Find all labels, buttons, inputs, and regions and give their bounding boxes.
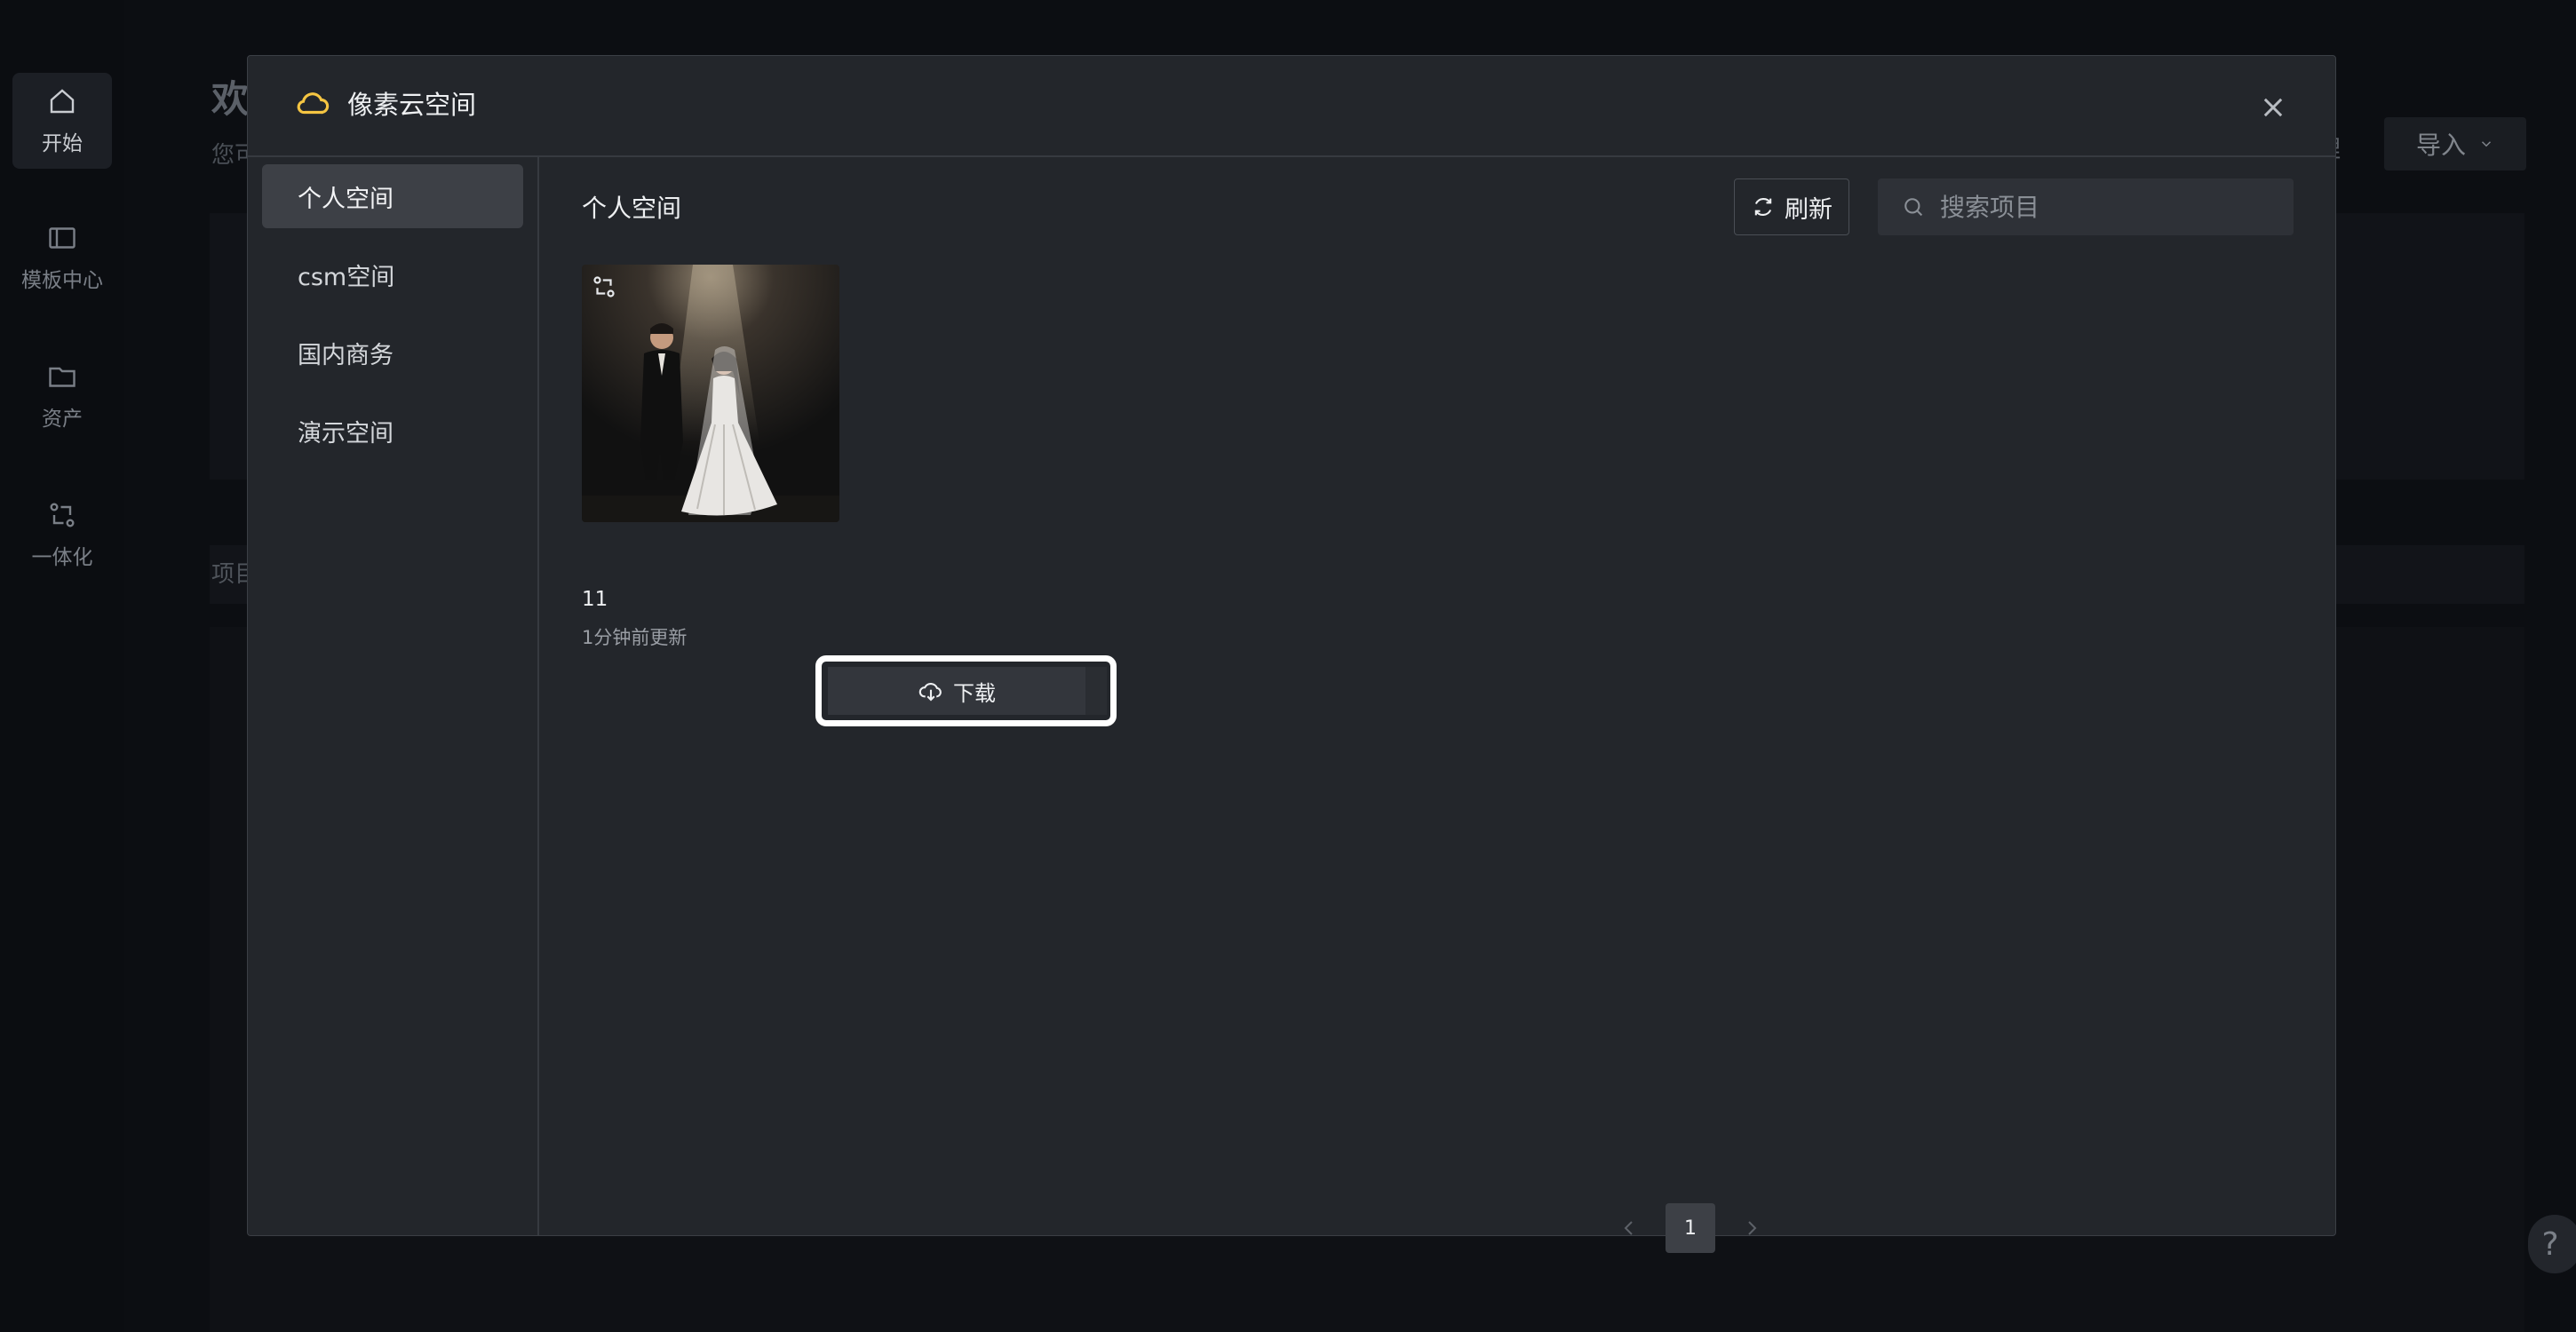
template-icon <box>49 227 76 249</box>
help-button[interactable]: ? <box>2528 1215 2576 1273</box>
refresh-icon <box>1754 198 1772 216</box>
search-box <box>1878 178 2294 235</box>
folder-icon <box>49 367 76 387</box>
sidebar-item-domestic-business[interactable]: 国内商务 <box>262 321 523 385</box>
refresh-button[interactable]: 刷新 <box>1734 178 1849 235</box>
search-input[interactable] <box>1940 192 2278 222</box>
integration-icon <box>50 503 75 527</box>
download-button[interactable]: 下载 <box>828 667 1085 715</box>
rail-item-label: 模板中心 <box>21 269 103 292</box>
chevron-left-icon <box>1624 1221 1633 1235</box>
sidebar-item-csm[interactable]: csm空间 <box>262 242 523 306</box>
cloud-space-modal: 像素云空间 个人空间 csm空间 国内商务 演示空间 个人空间 刷新 搜索项目 … <box>247 55 2336 1253</box>
cloud-download-icon <box>918 682 942 702</box>
project-name: 11 <box>582 588 608 611</box>
pagination: 1 <box>1616 1203 1765 1253</box>
download-button-edge <box>1085 667 1107 715</box>
prev-page-button[interactable] <box>1616 1215 1642 1241</box>
scan-icon <box>593 276 615 297</box>
close-button[interactable] <box>2254 88 2293 127</box>
chevron-down-icon <box>2481 141 2492 147</box>
rail-item-assets[interactable]: 资产 <box>12 348 112 444</box>
cloud-icon <box>297 92 330 115</box>
home-icon <box>50 89 75 114</box>
download-label: 下载 <box>953 680 996 706</box>
import-button[interactable]: 导入 <box>2384 117 2526 170</box>
chevron-right-icon <box>1748 1221 1757 1235</box>
project-thumbnail[interactable] <box>582 265 839 522</box>
bg-title: 欢 <box>211 77 250 121</box>
close-icon <box>2263 98 2283 117</box>
modal-title: 像素云空间 <box>347 90 477 120</box>
next-page-button[interactable] <box>1738 1215 1765 1241</box>
left-rail: 开始 模板中心 资产 一体化 <box>0 0 124 1332</box>
page-number[interactable]: 1 <box>1666 1203 1715 1253</box>
refresh-label: 刷新 <box>1785 195 1833 224</box>
sidebar-item-demo[interactable]: 演示空间 <box>262 399 523 463</box>
rail-item-label: 一体化 <box>31 546 93 569</box>
rail-item-start[interactable]: 开始 <box>12 73 112 169</box>
search-icon <box>1904 198 1923 217</box>
project-thumbnail-image <box>582 265 839 522</box>
modal-header: 像素云空间 <box>248 56 2335 157</box>
space-sidebar: 个人空间 csm空间 国内商务 演示空间 <box>248 157 539 1235</box>
rail-item-label: 开始 <box>42 132 83 155</box>
import-label: 导入 <box>2415 131 2466 160</box>
modal-title-wrap: 像素云空间 <box>294 84 476 122</box>
content-title: 个人空间 <box>582 194 682 223</box>
rail-item-label: 资产 <box>42 408 83 431</box>
rail-item-integration[interactable]: 一体化 <box>12 487 112 583</box>
sidebar-item-personal[interactable]: 个人空间 <box>262 164 523 228</box>
rail-item-templates[interactable]: 模板中心 <box>12 210 112 305</box>
project-updated-time: 1分钟前更新 <box>582 627 688 648</box>
